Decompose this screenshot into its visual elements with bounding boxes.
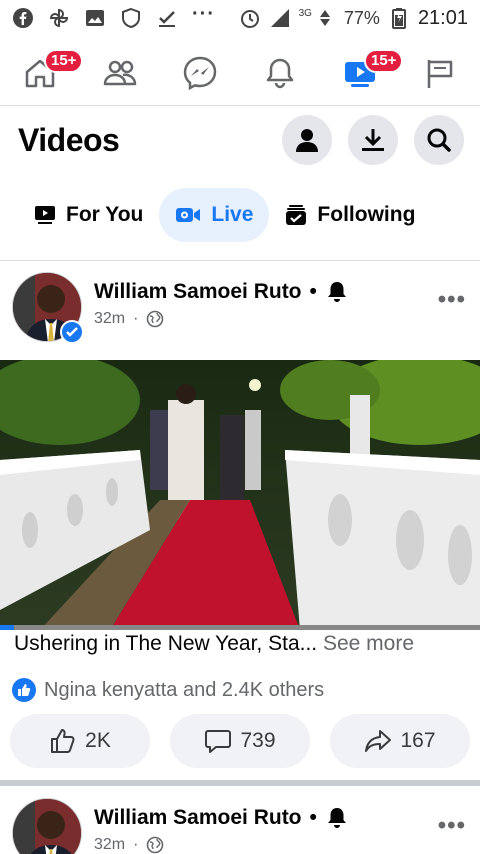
- saved-videos-button[interactable]: [348, 115, 398, 165]
- video-player[interactable]: [0, 360, 480, 630]
- friends-icon: [103, 60, 137, 85]
- avatar-image: [12, 798, 82, 854]
- live-camera-icon: [176, 208, 201, 222]
- play-icon: [35, 206, 55, 224]
- page-title: Videos: [18, 121, 120, 158]
- search-button[interactable]: [414, 115, 464, 165]
- like-button[interactable]: 2K: [10, 714, 150, 768]
- facebook-icon: [12, 7, 34, 29]
- globe-icon: [147, 836, 164, 854]
- reactions-text: Ngina kenyatta and 2.4K others: [44, 678, 325, 701]
- chip-live[interactable]: Live: [159, 188, 270, 242]
- status-bar: ··· 3G 77% 21:01: [0, 0, 480, 36]
- post-time: 32m: [94, 310, 126, 327]
- profile-icon: [296, 129, 318, 152]
- signal-icon: [269, 7, 291, 29]
- video-progress-bar[interactable]: [0, 625, 480, 630]
- comment-count: 739: [240, 729, 276, 752]
- more-dots-icon: ···: [192, 2, 215, 25]
- tab-watch[interactable]: 15+: [330, 45, 404, 101]
- post-separator: [0, 780, 480, 786]
- divider: [0, 260, 480, 261]
- alarm-icon: [239, 7, 261, 29]
- watch-badge: 15+: [364, 48, 404, 73]
- tab-messenger[interactable]: [170, 45, 230, 101]
- status-right: 3G 77% 21:01: [239, 7, 468, 30]
- pinwheel-icon: [48, 7, 70, 29]
- video-progress-fill: [0, 625, 15, 630]
- like-reaction-icon: [12, 678, 36, 702]
- videos-header: Videos: [0, 110, 480, 170]
- video-frame: [0, 360, 480, 630]
- author-name: William Samoei Ruto: [94, 280, 302, 303]
- share-button[interactable]: 167: [330, 714, 470, 768]
- data-arrows-icon: [314, 7, 336, 29]
- comment-icon: [205, 730, 232, 753]
- see-more-link[interactable]: See more: [323, 632, 414, 655]
- dot-separator: •: [309, 280, 317, 303]
- tab-pages[interactable]: [410, 45, 470, 101]
- dot-separator: •: [309, 806, 317, 829]
- following-icon: [286, 205, 307, 225]
- chip-for-you[interactable]: For You: [20, 188, 159, 242]
- clock: 21:01: [417, 6, 468, 29]
- checkmark-icon: [156, 7, 178, 29]
- gallery-icon: [84, 7, 106, 29]
- post-meta: 32m ·: [94, 310, 164, 328]
- share-icon: [365, 730, 392, 752]
- battery-icon: [388, 7, 410, 29]
- battery-percent: 77%: [343, 7, 380, 28]
- post-header: William Samoei Ruto • 32m · •••: [0, 262, 480, 344]
- bell-icon[interactable]: [325, 280, 349, 304]
- tab-friends[interactable]: [90, 45, 150, 101]
- more-options-icon[interactable]: •••: [438, 812, 466, 840]
- verified-badge-icon: [60, 320, 84, 344]
- home-badge: 15+: [44, 48, 84, 73]
- download-icon: [362, 129, 384, 151]
- header-actions: [282, 115, 464, 165]
- post-author[interactable]: William Samoei Ruto •: [94, 806, 349, 830]
- thumbs-up-icon: [51, 729, 75, 753]
- more-options-icon[interactable]: •••: [438, 286, 466, 314]
- author-avatar[interactable]: [12, 272, 84, 344]
- profile-button[interactable]: [282, 115, 332, 165]
- caption-text: Ushering in The New Year, Sta...: [14, 632, 318, 655]
- like-count: 2K: [85, 729, 111, 752]
- post-author[interactable]: William Samoei Ruto •: [94, 280, 349, 304]
- shield-icon: [120, 7, 142, 29]
- comment-button[interactable]: 739: [170, 714, 310, 768]
- chip-label: For You: [66, 203, 144, 226]
- post-header: William Samoei Ruto • 32m · •••: [0, 788, 480, 854]
- dot-separator: ·: [133, 310, 139, 327]
- author-name: William Samoei Ruto: [94, 806, 302, 829]
- globe-icon: [147, 310, 164, 328]
- tab-notifications[interactable]: [250, 45, 310, 101]
- network-type: 3G: [298, 7, 312, 19]
- author-avatar[interactable]: [12, 798, 84, 854]
- video-filter-chips: For You Live Following: [0, 186, 480, 244]
- post-actions: 2K 739 167: [10, 714, 470, 768]
- post-caption[interactable]: Ushering in The New Year, Sta... See mor…: [14, 632, 474, 656]
- dot-separator: ·: [133, 836, 139, 853]
- post-meta: 32m ·: [94, 836, 164, 854]
- bell-icon: [266, 58, 294, 88]
- search-icon: [427, 128, 451, 152]
- share-count: 167: [400, 729, 436, 752]
- reactions-summary[interactable]: Ngina kenyatta and 2.4K others: [12, 678, 324, 702]
- top-navigation: 15+ 15+: [0, 40, 480, 106]
- flag-icon: [427, 59, 453, 88]
- post-time: 32m: [94, 836, 126, 853]
- chip-following[interactable]: Following: [269, 188, 431, 242]
- messenger-icon: [183, 56, 217, 90]
- bell-icon[interactable]: [325, 806, 349, 830]
- chip-label: Following: [317, 203, 416, 226]
- chip-label: Live: [211, 203, 254, 226]
- tab-home[interactable]: 15+: [10, 45, 84, 101]
- status-icons: ···: [12, 3, 215, 29]
